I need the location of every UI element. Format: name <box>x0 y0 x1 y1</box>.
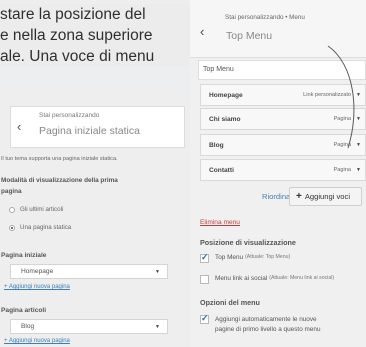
radio-static-page[interactable]: Una pagina statica <box>9 224 71 231</box>
expand-arrow-icon[interactable]: ▼ <box>356 116 361 122</box>
auto-add-label-line-2: pagine di primo livello a questo menu <box>215 326 321 333</box>
display-mode-label: Modalità di visualizzazione della prima … <box>1 175 166 197</box>
customizer-screenshot: stare la posizione del e nella zona supe… <box>0 0 366 347</box>
expand-arrow-icon[interactable]: ▼ <box>356 142 361 148</box>
auto-add-label: Aggiungi automaticamente le nuove pagine… <box>215 315 321 335</box>
static-front-page-panel: ‹ Stai personalizzando Pagina iniziale s… <box>0 88 190 347</box>
location-top-menu[interactable]: Top Menu (Attuale: Top Menu) <box>200 252 291 263</box>
chevron-down-icon: ▼ <box>155 324 160 330</box>
checkbox-hint: (Attuale: Top Menu) <box>245 254 291 260</box>
menu-item-title: Chi siamo <box>209 116 241 123</box>
checkbox-checked[interactable] <box>200 252 209 263</box>
intro-text: stare la posizione del e nella zona supe… <box>0 4 190 67</box>
radio-button-selected[interactable] <box>9 224 15 231</box>
menu-editor-panel: ‹ Stai personalizzando • Menu Top Menu T… <box>190 0 366 347</box>
section-title: Pagina iniziale statica <box>39 125 140 137</box>
add-new-page-link-2[interactable]: + Aggiungi nuova pagina <box>4 338 70 344</box>
menu-item-title: Homepage <box>209 92 243 99</box>
checkbox-label: Menu link ai social <box>215 275 268 282</box>
expand-arrow-icon[interactable]: ▼ <box>356 92 361 98</box>
menu-name-field[interactable]: Top Menu <box>198 60 366 80</box>
menu-item-chi-siamo[interactable]: Chi siamo Pagina ▼ <box>200 108 366 130</box>
plus-icon: + <box>296 191 302 202</box>
menu-item-type: Link personalizzato <box>303 92 351 98</box>
posts-page-select-value: Blog <box>21 323 35 330</box>
display-location-heading: Posizione di visualizzazione <box>200 238 296 247</box>
chevron-down-icon: ▼ <box>155 269 160 275</box>
theme-support-note: Il tuo tema supporta una pagina iniziale… <box>1 156 118 162</box>
menu-item-type: Pagina <box>333 142 351 148</box>
radio-button[interactable] <box>9 206 15 213</box>
radio-label: Una pagina statica <box>20 224 72 231</box>
menu-item-contatti[interactable]: Contatti Pagina ▼ <box>200 159 366 181</box>
menu-item-blog[interactable]: Blog Pagina ▼ <box>200 134 366 156</box>
auto-add-pages-option[interactable]: Aggiungi automaticamente le nuove pagine… <box>200 313 321 335</box>
homepage-select[interactable]: Homepage ▼ <box>10 264 168 279</box>
homepage-select-value: Homepage <box>21 268 54 275</box>
auto-add-label-line-1: Aggiungi automaticamente le nuove <box>215 316 317 323</box>
intro-line-2: e nella zona superiore <box>0 27 153 44</box>
add-items-button[interactable]: + Aggiungi voci <box>289 187 362 206</box>
add-items-label: Aggiungi voci <box>304 192 351 201</box>
back-arrow-icon[interactable]: ‹ <box>17 119 21 134</box>
display-mode-label-line-1: Modalità di visualizzazione della prima <box>1 177 118 184</box>
menu-item-title: Blog <box>209 142 224 149</box>
section-supertitle: Stai personalizzando <box>39 112 100 119</box>
intro-line-3: ale. Una voce di menu <box>0 48 155 65</box>
checkbox-unchecked[interactable] <box>200 275 209 284</box>
section-header: ‹ Stai personalizzando Pagina iniziale s… <box>10 106 185 148</box>
homepage-label: Pagina iniziale <box>1 252 47 259</box>
back-arrow-icon[interactable]: ‹ <box>200 24 204 39</box>
intro-line-1: stare la posizione del <box>0 6 146 23</box>
menu-item-title: Contatti <box>209 167 234 174</box>
checkbox-checked[interactable] <box>200 313 209 324</box>
checkbox-label: Top Menu <box>215 254 244 261</box>
menu-options-heading: Opzioni del menu <box>200 298 260 307</box>
menu-supertitle: Stai personalizzando • Menu <box>225 14 305 21</box>
menu-section-header: ‹ Stai personalizzando • Menu Top Menu <box>190 0 366 58</box>
menu-item-type: Pagina <box>333 116 351 122</box>
add-new-page-link-1[interactable]: + Aggiungi nuova pagina <box>4 284 70 290</box>
posts-page-label: Pagina articoli <box>1 307 47 314</box>
menu-item-type: Pagina <box>333 167 351 173</box>
delete-menu-link[interactable]: Elimina menu <box>200 219 240 226</box>
display-mode-label-line-2: pagina <box>1 188 22 195</box>
location-social-menu[interactable]: Menu link ai social (Attuale: Menu link … <box>200 275 334 284</box>
radio-latest-posts[interactable]: Gli ultimi articoli <box>9 206 63 213</box>
reorder-link[interactable]: Riordina <box>262 192 290 201</box>
posts-page-select[interactable]: Blog ▼ <box>10 319 168 334</box>
menu-item-homepage[interactable]: Homepage Link personalizzato ▼ <box>200 84 366 106</box>
checkbox-hint: (Attuale: Menu link ai social) <box>269 275 335 281</box>
radio-label: Gli ultimi articoli <box>20 206 64 213</box>
expand-arrow-icon[interactable]: ▼ <box>356 167 361 173</box>
menu-title: Top Menu <box>226 30 273 42</box>
